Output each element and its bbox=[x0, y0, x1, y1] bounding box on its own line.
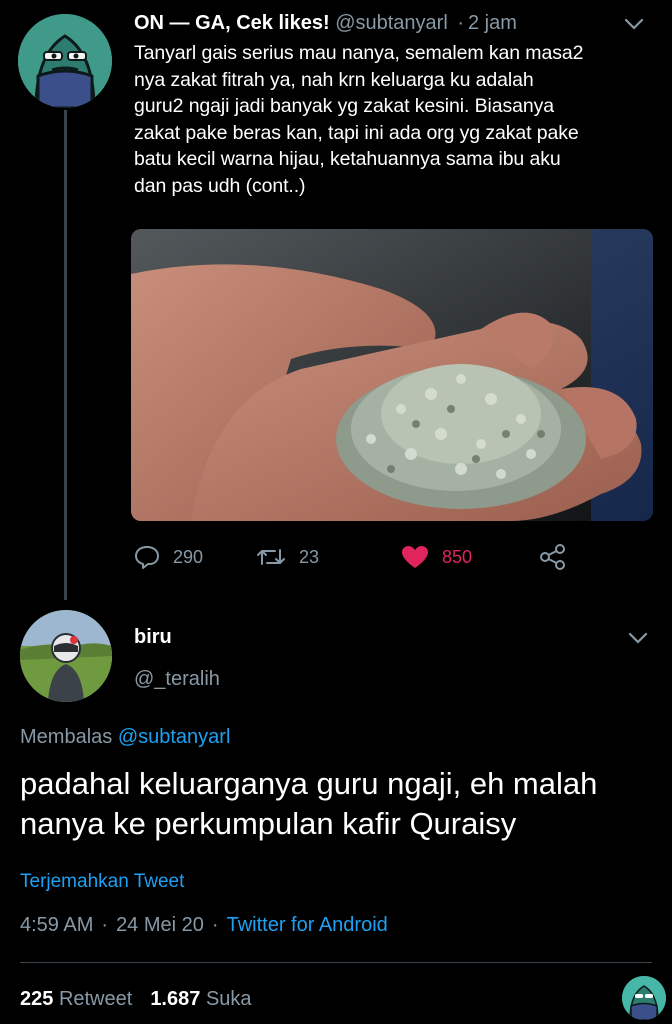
display-name[interactable]: ON — GA, Cek likes! bbox=[134, 12, 330, 34]
separator: · bbox=[101, 914, 109, 936]
retweet-icon bbox=[257, 549, 285, 565]
retweet-label: Retweet bbox=[58, 988, 133, 1010]
tweet-text-line: batu kecil warna hijau, ketahuannya sama… bbox=[134, 148, 561, 170]
tweet-time: 4:59 AM bbox=[20, 914, 94, 936]
retweet-button[interactable]: 23 bbox=[255, 540, 319, 574]
tweet-text-line: nya zakat fitrah ya, nah krn keluarga ku… bbox=[134, 68, 534, 91]
likes-stat[interactable]: 1.687 Suka bbox=[150, 988, 251, 1010]
display-name[interactable]: biru bbox=[134, 626, 172, 649]
handle[interactable]: @subtanyarl bbox=[335, 12, 448, 34]
tweet1-text: Tanyarl gais serius mau nanya, semalem k… bbox=[134, 40, 664, 199]
tweet-text-line: dan pas udh (cont..) bbox=[134, 174, 306, 197]
avatar-teralih[interactable] bbox=[20, 610, 112, 702]
reply-icon bbox=[135, 546, 159, 569]
tweet-text-line: nanya ke perkumpulan kafir Quraisy bbox=[20, 806, 517, 841]
like-count: 850 bbox=[442, 546, 473, 567]
handle[interactable]: @_teralih bbox=[134, 668, 220, 691]
like-button[interactable]: 850 bbox=[400, 540, 472, 574]
tweet-text-line: padahal keluarganya guru ngaji, eh malah bbox=[20, 766, 598, 801]
like-total: 1.687 bbox=[150, 988, 201, 1010]
like-label: Suka bbox=[205, 988, 252, 1010]
tweet-text-line: guru2 ngaji jadi banyak yg zakat kesini.… bbox=[134, 95, 555, 117]
tweet1-header: ON — GA, Cek likes! @subtanyarl · 2 jam bbox=[134, 12, 517, 35]
translate-tweet-link[interactable]: Terjemahkan Tweet bbox=[20, 871, 184, 893]
tweet-date: 24 Mei 20 bbox=[116, 914, 204, 936]
avatar-subtanyarl[interactable] bbox=[18, 14, 112, 108]
timestamp[interactable]: 2 jam bbox=[468, 12, 517, 34]
tweet-stats: 225 Retweet 1.687 Suka bbox=[20, 988, 252, 1011]
share-icon bbox=[540, 544, 565, 570]
retweet-total: 225 bbox=[20, 988, 54, 1010]
tweet-source-link[interactable]: Twitter for Android bbox=[227, 914, 388, 936]
heart-icon bbox=[402, 546, 428, 568]
divider bbox=[20, 962, 652, 963]
chevron-down-icon[interactable] bbox=[620, 12, 648, 36]
share-button[interactable] bbox=[538, 540, 580, 574]
retweets-stat[interactable]: 225 Retweet bbox=[20, 988, 132, 1010]
chevron-down-icon[interactable] bbox=[624, 626, 652, 650]
reply-button[interactable]: 290 bbox=[133, 540, 203, 574]
separator: · bbox=[211, 914, 219, 936]
thread-line bbox=[64, 110, 67, 600]
reply-mention-link[interactable]: @subtanyarl bbox=[118, 726, 231, 748]
tweet-meta: 4:59 AM · 24 Mei 20 · Twitter for Android bbox=[20, 914, 388, 937]
tweet-text-line: Tanyarl gais serius mau nanya, semalem k… bbox=[134, 42, 584, 64]
tweet2-text: padahal keluarganya guru ngaji, eh malah… bbox=[20, 764, 660, 844]
retweet-count: 23 bbox=[299, 546, 320, 567]
reply-count: 290 bbox=[173, 546, 204, 567]
replying-to: Membalas @subtanyarl bbox=[20, 726, 230, 749]
separator: · bbox=[457, 12, 464, 34]
replying-to-label: Membalas bbox=[20, 726, 113, 748]
tweet-text-line: zakat pake beras kan, tapi ini ada org y… bbox=[134, 121, 579, 144]
tweet-photo[interactable] bbox=[131, 229, 653, 521]
floating-avatar-button[interactable] bbox=[622, 976, 666, 1020]
